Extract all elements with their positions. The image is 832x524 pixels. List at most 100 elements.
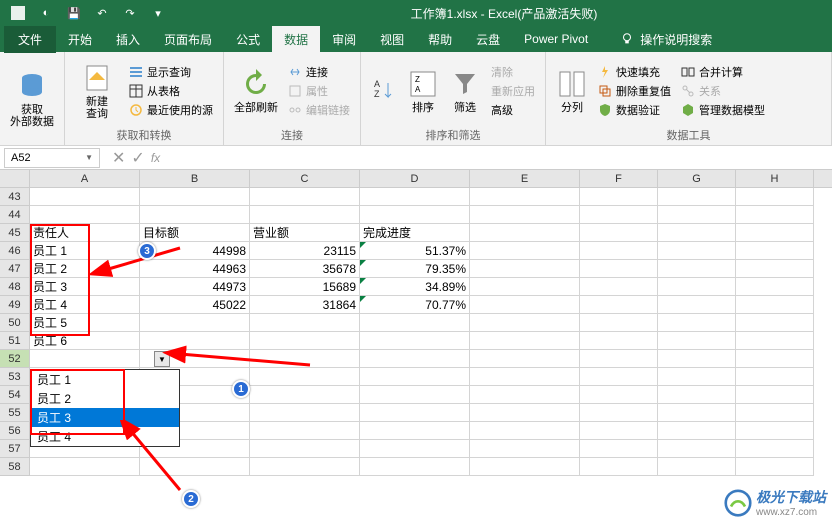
cell[interactable] <box>470 386 580 404</box>
refresh-all-button[interactable]: 全部刷新 <box>232 56 280 125</box>
cell[interactable] <box>736 422 814 440</box>
cell[interactable] <box>658 440 736 458</box>
cell[interactable] <box>250 368 360 386</box>
cell[interactable] <box>140 332 250 350</box>
cell[interactable] <box>658 458 736 476</box>
clear-filter-button[interactable]: 清除 <box>489 63 537 81</box>
cell[interactable] <box>470 314 580 332</box>
cell[interactable] <box>580 242 658 260</box>
cell[interactable] <box>658 404 736 422</box>
redo-icon[interactable]: ↷ <box>120 3 140 23</box>
cell[interactable] <box>580 278 658 296</box>
cell[interactable]: 员工 5 <box>30 314 140 332</box>
cell[interactable] <box>580 386 658 404</box>
col-header-E[interactable]: E <box>470 170 580 187</box>
row-header[interactable]: 46 <box>0 242 30 260</box>
text-to-columns-button[interactable]: 分列 <box>554 56 590 125</box>
cell[interactable]: 70.77% <box>360 296 470 314</box>
cell[interactable] <box>736 440 814 458</box>
cell[interactable] <box>736 188 814 206</box>
cell[interactable]: 员工 2 <box>30 260 140 278</box>
tab-view[interactable]: 视图 <box>368 26 416 53</box>
excel-icon[interactable] <box>8 3 28 23</box>
tab-insert[interactable]: 插入 <box>104 26 152 53</box>
row-header[interactable]: 47 <box>0 260 30 278</box>
tab-review[interactable]: 审阅 <box>320 26 368 53</box>
row-header[interactable]: 49 <box>0 296 30 314</box>
file-tab[interactable]: 文件 <box>4 26 56 53</box>
tab-powerpivot[interactable]: Power Pivot <box>512 27 600 51</box>
edit-links-button[interactable]: 编辑链接 <box>286 101 352 119</box>
cell[interactable] <box>360 386 470 404</box>
cell[interactable]: 45022 <box>140 296 250 314</box>
show-queries-button[interactable]: 显示查询 <box>127 63 215 81</box>
cell[interactable] <box>30 350 140 368</box>
cell[interactable] <box>580 332 658 350</box>
cancel-icon[interactable]: ✕ <box>112 148 125 168</box>
row-header[interactable]: 52 <box>0 350 30 368</box>
cell[interactable] <box>658 350 736 368</box>
properties-button[interactable]: 属性 <box>286 82 352 100</box>
cell[interactable] <box>470 296 580 314</box>
cell[interactable] <box>736 350 814 368</box>
save-icon[interactable]: 💾 <box>64 3 84 23</box>
cell[interactable] <box>360 314 470 332</box>
cell[interactable] <box>736 242 814 260</box>
col-header-A[interactable]: A <box>30 170 140 187</box>
cell[interactable]: 员工 6 <box>30 332 140 350</box>
cell[interactable] <box>140 458 250 476</box>
cell[interactable] <box>360 350 470 368</box>
cell[interactable] <box>658 332 736 350</box>
cell[interactable]: 营业额 <box>250 224 360 242</box>
row-header[interactable]: 51 <box>0 332 30 350</box>
cell[interactable] <box>470 458 580 476</box>
cell[interactable] <box>470 224 580 242</box>
from-table-button[interactable]: 从表格 <box>127 82 215 100</box>
cell[interactable]: 员工 4 <box>30 296 140 314</box>
relationships-button[interactable]: 关系 <box>679 82 767 100</box>
cell[interactable] <box>140 188 250 206</box>
cell[interactable] <box>658 386 736 404</box>
cell[interactable]: 15689 <box>250 278 360 296</box>
cell[interactable] <box>250 458 360 476</box>
connections-button[interactable]: 连接 <box>286 63 352 81</box>
cell[interactable] <box>736 458 814 476</box>
qat-more-icon[interactable]: ▾ <box>148 3 168 23</box>
cell[interactable] <box>658 278 736 296</box>
cell[interactable] <box>250 314 360 332</box>
cell[interactable] <box>470 260 580 278</box>
row-header[interactable]: 53 <box>0 368 30 386</box>
cell[interactable] <box>360 206 470 224</box>
row-header[interactable]: 58 <box>0 458 30 476</box>
formula-input[interactable] <box>168 148 832 168</box>
cell[interactable]: 44963 <box>140 260 250 278</box>
dropdown-item-1[interactable]: 员工 2 <box>31 389 179 408</box>
cell[interactable] <box>250 386 360 404</box>
cell[interactable] <box>736 386 814 404</box>
cell[interactable] <box>470 242 580 260</box>
cell[interactable]: 51.37% <box>360 242 470 260</box>
cell[interactable]: 目标额 <box>140 224 250 242</box>
row-header[interactable]: 44 <box>0 206 30 224</box>
advanced-filter-button[interactable]: 高级 <box>489 101 537 119</box>
cell[interactable] <box>736 314 814 332</box>
cell[interactable] <box>30 458 140 476</box>
cell[interactable] <box>736 206 814 224</box>
undo-icon[interactable]: ↶ <box>92 3 112 23</box>
cell[interactable]: 员工 1 <box>30 242 140 260</box>
row-header[interactable]: 48 <box>0 278 30 296</box>
cell[interactable] <box>658 206 736 224</box>
row-header[interactable]: 45 <box>0 224 30 242</box>
row-header[interactable]: 56 <box>0 422 30 440</box>
new-query-button[interactable]: 新建 查询 <box>73 56 121 125</box>
name-box[interactable]: A52 ▼ <box>4 148 100 168</box>
cell[interactable] <box>658 296 736 314</box>
cell[interactable] <box>140 314 250 332</box>
cell[interactable] <box>658 422 736 440</box>
tab-layout[interactable]: 页面布局 <box>152 26 224 53</box>
remove-duplicates-button[interactable]: 删除重复值 <box>596 82 673 100</box>
cell[interactable] <box>360 188 470 206</box>
cell[interactable] <box>658 314 736 332</box>
col-header-G[interactable]: G <box>658 170 736 187</box>
cell[interactable] <box>658 242 736 260</box>
